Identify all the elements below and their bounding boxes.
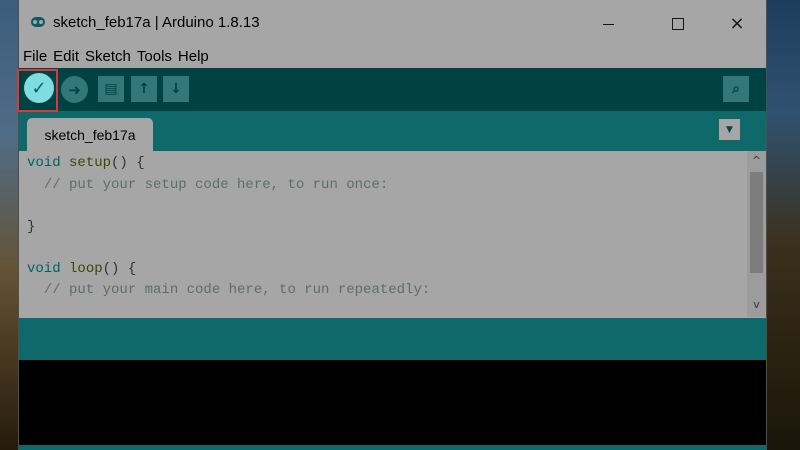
code-line: void setup() { <box>27 153 145 173</box>
arduino-ide-window: sketch_feb17a | Arduino 1.8.13 × File Ed… <box>19 0 766 450</box>
upload-button[interactable]: ➜ <box>61 76 88 103</box>
menu-tools[interactable]: Tools <box>133 48 172 65</box>
function-name: setup <box>69 155 112 171</box>
code-line: } <box>27 219 36 235</box>
code-comment: // put your setup code here, to run once… <box>27 177 389 193</box>
title-bar[interactable]: sketch_feb17a | Arduino 1.8.13 × <box>19 0 766 47</box>
code-editor[interactable]: void setup() { // put your setup code he… <box>19 151 766 317</box>
code-line: void loop() { <box>27 259 136 279</box>
menu-edit[interactable]: Edit <box>49 48 79 65</box>
vertical-scrollbar[interactable]: ^ v <box>747 151 766 317</box>
menu-file[interactable]: File <box>19 48 47 65</box>
code-text: () { <box>102 261 137 277</box>
bottom-status-strip <box>19 445 766 450</box>
tab-sketch[interactable]: sketch_feb17a <box>27 118 153 151</box>
code-comment: // put your main code here, to run repea… <box>27 282 431 298</box>
window-title: sketch_feb17a | Arduino 1.8.13 <box>53 14 260 31</box>
code-text: () { <box>111 155 145 171</box>
maximize-icon <box>672 18 684 30</box>
console-output[interactable] <box>19 360 766 445</box>
arduino-logo-icon <box>31 17 45 27</box>
save-button[interactable]: ↓ <box>163 76 189 102</box>
new-sketch-button[interactable]: ▤ <box>98 76 124 102</box>
verify-button[interactable]: ✓ <box>24 73 54 103</box>
tab-bar: sketch_feb17a ▼ <box>19 111 766 151</box>
keyword-void: void <box>27 261 61 277</box>
desktop-background-right <box>766 0 800 450</box>
minimize-button[interactable] <box>585 10 631 38</box>
menu-help[interactable]: Help <box>174 48 209 65</box>
new-file-icon: ▤ <box>104 81 118 97</box>
status-bar <box>19 318 766 360</box>
serial-monitor-button[interactable]: ⌕ <box>723 76 749 102</box>
minimize-icon <box>602 23 614 25</box>
checkmark-icon: ✓ <box>31 77 47 99</box>
close-button[interactable]: × <box>714 10 760 38</box>
menu-sketch[interactable]: Sketch <box>81 48 131 65</box>
magnifier-icon: ⌕ <box>732 81 740 97</box>
tab-menu-button[interactable]: ▼ <box>719 119 740 140</box>
arrow-right-icon: ➜ <box>68 80 81 99</box>
open-button[interactable]: ↑ <box>131 76 157 102</box>
menu-bar: File Edit Sketch Tools Help <box>19 44 766 68</box>
scroll-thumb[interactable] <box>750 172 763 273</box>
arrow-down-icon: ↓ <box>170 81 182 97</box>
scroll-up-icon[interactable]: ^ <box>747 152 766 169</box>
chevron-down-icon: ▼ <box>726 124 733 135</box>
maximize-button[interactable] <box>655 10 701 38</box>
scroll-down-icon[interactable]: v <box>747 296 766 313</box>
arrow-up-icon: ↑ <box>138 81 150 97</box>
desktop-background-left <box>0 0 20 450</box>
keyword-void: void <box>27 155 61 171</box>
close-icon: × <box>729 13 745 34</box>
toolbar: ➜ ▤ ↑ ↓ ⌕ <box>19 68 766 111</box>
function-name: loop <box>69 261 103 277</box>
